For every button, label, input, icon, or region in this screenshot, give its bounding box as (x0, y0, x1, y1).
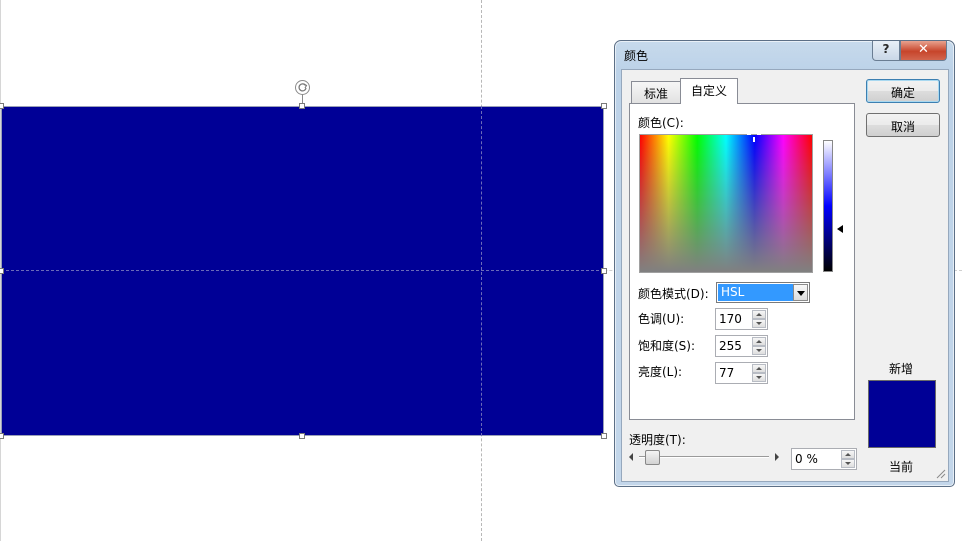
resize-handle-left[interactable] (0, 268, 4, 274)
luminance-arrow-icon[interactable] (837, 225, 843, 233)
ok-button[interactable]: 确定 (866, 79, 940, 103)
cancel-button[interactable]: 取消 (866, 113, 940, 137)
hue-stepper[interactable]: 170 (715, 308, 768, 330)
resize-handle-top-right[interactable] (601, 103, 607, 109)
hue-label: 色调(U): (638, 312, 685, 326)
selected-rectangle-shape[interactable] (1, 106, 604, 436)
chevron-down-icon[interactable] (793, 284, 808, 301)
transparency-slider-thumb[interactable] (645, 450, 660, 465)
color-mode-select[interactable]: HSL (716, 282, 810, 303)
luminance-down-icon[interactable] (752, 373, 766, 382)
dialog-body: 标准 自定义 颜色(C): 颜色模式(D): HSL 色调(U): 170 饱和… (621, 69, 949, 482)
color-preview-swatch (868, 380, 936, 448)
rotate-handle-icon[interactable] (295, 80, 310, 95)
hue-up-icon[interactable] (752, 310, 766, 319)
luminance-label: 亮度(L): (638, 365, 683, 379)
hue-down-icon[interactable] (752, 319, 766, 328)
dialog-title: 颜色 (624, 49, 649, 63)
luminance-up-icon[interactable] (752, 364, 766, 373)
resize-handle-bottom[interactable] (299, 433, 305, 439)
color-mode-value: HSL (718, 284, 793, 301)
transparency-up-icon[interactable] (841, 450, 855, 459)
colors-label: 颜色(C): (638, 116, 684, 130)
close-icon: ✕ (918, 42, 929, 57)
transparency-stepper[interactable]: 0 % (791, 448, 857, 470)
preview-new-label: 新增 (889, 362, 914, 376)
color-mode-label: 颜色模式(D): (638, 287, 709, 301)
saturation-stepper[interactable]: 255 (715, 335, 768, 357)
selection-border (1, 106, 604, 436)
resize-handle-bottom-right[interactable] (601, 433, 607, 439)
close-button[interactable]: ✕ (900, 41, 947, 61)
tab-standard-label: 标准 (643, 87, 668, 101)
color-crosshair-icon[interactable] (747, 133, 761, 143)
transparency-value[interactable]: 0 % (795, 452, 818, 466)
resize-handle-bottom-left[interactable] (0, 433, 4, 439)
resize-handle-right[interactable] (601, 268, 607, 274)
tab-standard[interactable]: 标准 (631, 81, 681, 103)
saturation-up-icon[interactable] (752, 337, 766, 346)
transparency-slider[interactable] (629, 450, 779, 465)
transparency-label: 透明度(T): (629, 433, 686, 447)
help-button[interactable]: ? (872, 41, 900, 61)
resize-handle-top-left[interactable] (0, 103, 4, 109)
luminance-bar[interactable] (823, 140, 833, 272)
colors-dialog: 颜色 ? ✕ 标准 自定义 颜色(C): 颜色模式(D): HSL 色调(U):… (614, 40, 955, 487)
shape-center-guide-vertical (481, 106, 482, 436)
color-spectrum[interactable] (639, 133, 813, 273)
resize-handle-top[interactable] (299, 103, 305, 109)
saturation-label: 饱和度(S): (638, 339, 696, 353)
help-icon: ? (882, 42, 890, 56)
saturation-down-icon[interactable] (752, 346, 766, 355)
slider-right-arrow-icon[interactable] (775, 453, 779, 461)
transparency-down-icon[interactable] (841, 459, 855, 468)
tab-custom-label: 自定义 (690, 84, 727, 98)
hue-value[interactable]: 170 (719, 312, 742, 326)
tab-custom[interactable]: 自定义 (680, 78, 738, 104)
preview-current-label: 当前 (889, 460, 914, 474)
saturation-value[interactable]: 255 (719, 339, 742, 353)
luminance-value[interactable]: 77 (719, 366, 734, 380)
resize-grip-icon[interactable] (936, 469, 946, 479)
shape-center-guide-horizontal (1, 270, 604, 271)
luminance-stepper[interactable]: 77 (715, 362, 768, 384)
slider-left-arrow-icon[interactable] (629, 453, 633, 461)
custom-tab-panel: 颜色(C): 颜色模式(D): HSL 色调(U): 170 饱和度(S): 2… (629, 103, 855, 420)
